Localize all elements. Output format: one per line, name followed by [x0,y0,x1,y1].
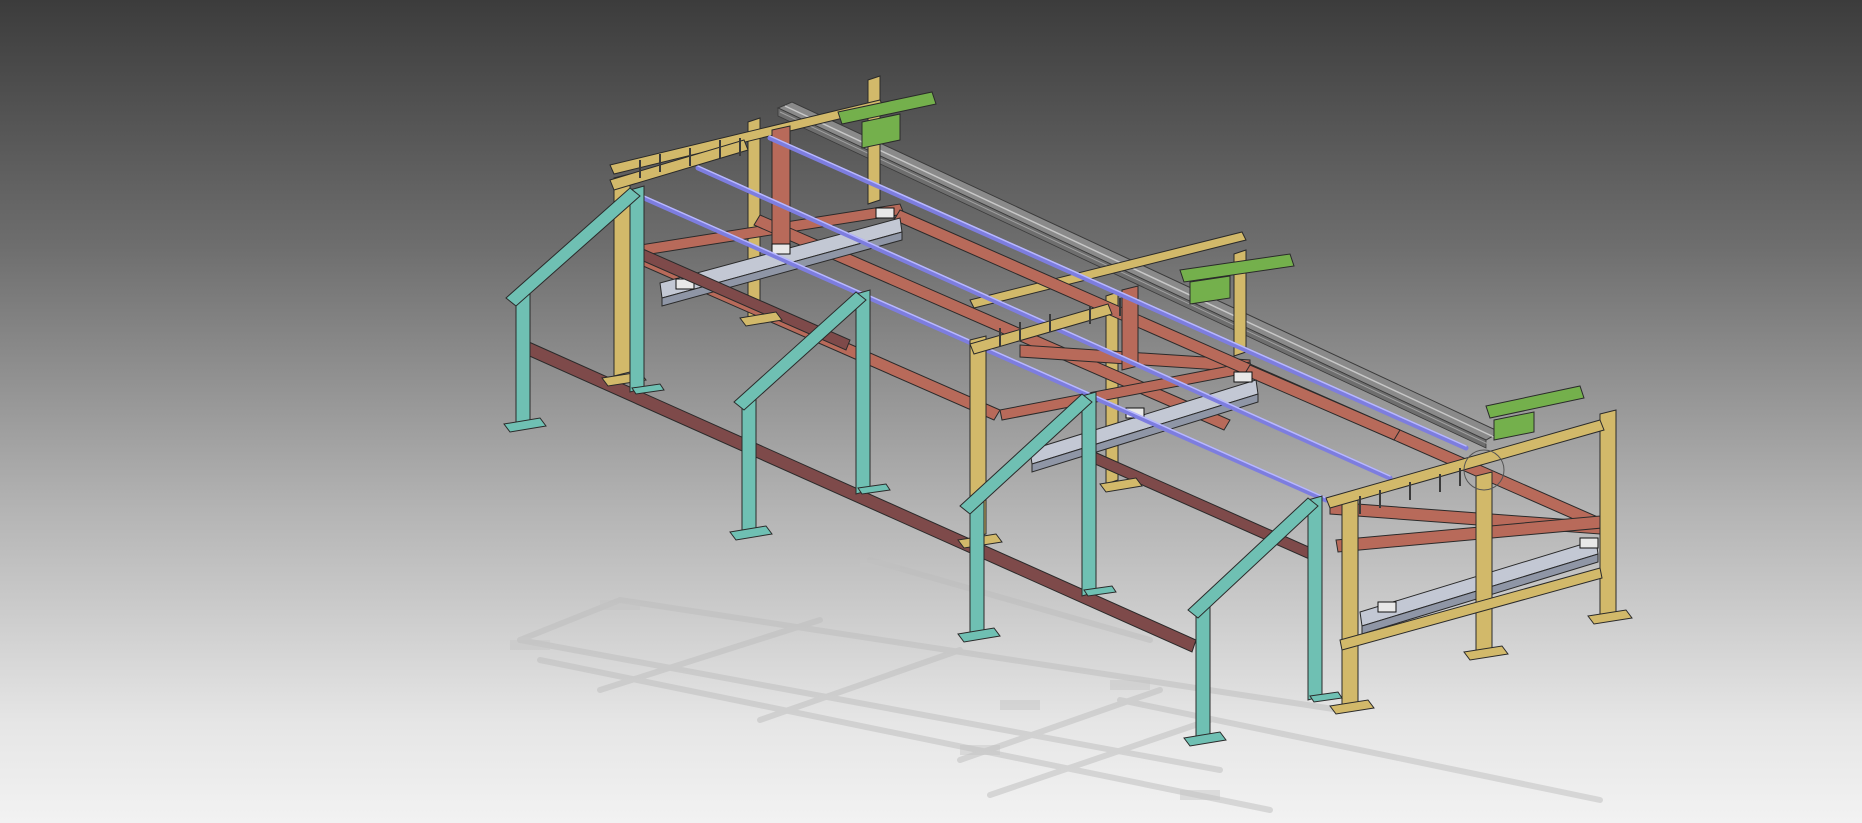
3d-viewport[interactable] [0,0,1862,823]
ground-shadow-feet [510,560,1220,800]
3d-model-scene[interactable] [0,0,1862,823]
